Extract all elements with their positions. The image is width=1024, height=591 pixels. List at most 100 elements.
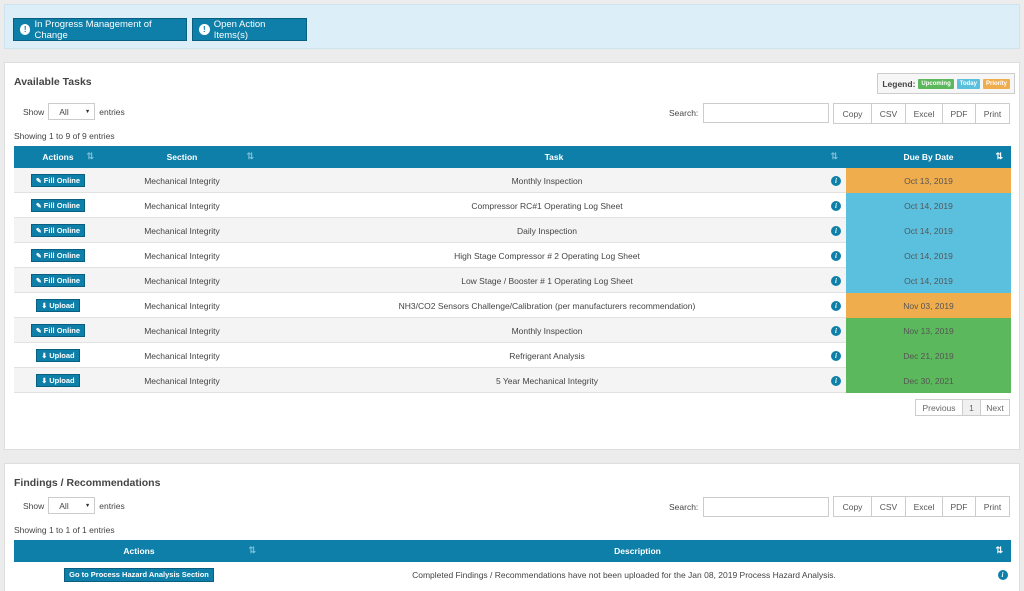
- fill-online-button[interactable]: ✎ Fill Online: [30, 249, 86, 262]
- copy-button[interactable]: Copy: [833, 103, 872, 124]
- action-label: Upload: [49, 301, 75, 310]
- info-icon[interactable]: i: [831, 275, 841, 286]
- table-row: ⬇ Upload Mechanical Integrity 5 Year Mechan…: [14, 368, 1011, 393]
- csv-button[interactable]: CSV: [871, 103, 906, 124]
- col-due-date-label: Due By Date: [903, 152, 954, 162]
- info-icon[interactable]: i: [831, 300, 841, 311]
- action-label: Fill Online: [43, 326, 81, 335]
- pdf-button[interactable]: PDF: [942, 496, 976, 517]
- fill-online-button[interactable]: ✎ Fill Online: [30, 224, 86, 237]
- table-info: Showing 1 to 1 of 1 entries: [14, 525, 115, 535]
- legend-today: Today: [956, 78, 980, 89]
- task-cell: Daily Inspection: [516, 225, 577, 236]
- search-input[interactable]: [703, 103, 830, 123]
- info-icon[interactable]: i: [831, 375, 841, 386]
- col-task[interactable]: Task ⇅: [262, 146, 846, 168]
- top-toolbar: ! In Progress Management of Change ! Ope…: [4, 4, 1020, 49]
- table-row: ✎ Fill Online Mechanical Integrity Compress…: [14, 193, 1011, 218]
- entries-select[interactable]: All ▼: [48, 497, 96, 514]
- legend-upcoming: Upcoming: [918, 78, 954, 89]
- search-group: Search:: [669, 103, 830, 123]
- col-actions-label: Actions: [123, 546, 155, 556]
- print-button[interactable]: Print: [975, 103, 1010, 124]
- action-label: Fill Online: [43, 276, 81, 285]
- excel-button[interactable]: Excel: [905, 496, 943, 517]
- col-description[interactable]: Description ⇅: [264, 540, 1011, 562]
- col-actions[interactable]: Actions ⇅: [14, 146, 102, 168]
- print-button[interactable]: Print: [975, 496, 1010, 517]
- excel-button[interactable]: Excel: [905, 103, 943, 124]
- available-tasks-title: Available Tasks: [14, 76, 92, 88]
- col-due-date[interactable]: Due By Date ⇅: [846, 146, 1011, 168]
- search-label: Search:: [669, 502, 699, 512]
- col-description-label: Description: [614, 546, 661, 556]
- info-icon[interactable]: i: [831, 200, 841, 211]
- info-icon[interactable]: i: [997, 569, 1008, 580]
- next-button[interactable]: Next: [980, 399, 1010, 416]
- page-1-button[interactable]: 1: [962, 399, 981, 416]
- sort-icon: ⇅: [830, 151, 838, 161]
- table-row: ✎ Fill Online Mechanical Integrity Low Stag…: [14, 268, 1011, 293]
- findings-title: Findings / Recommendations: [14, 477, 161, 489]
- section-cell: Mechanical Integrity: [144, 250, 220, 261]
- section-cell: Mechanical Integrity: [144, 225, 220, 236]
- table-row: ✎ Fill Online Mechanical Integrity Monthly …: [14, 318, 1011, 343]
- fill-online-button[interactable]: ✎ Fill Online: [30, 174, 86, 187]
- col-section[interactable]: Section ⇅: [102, 146, 262, 168]
- fill-online-button[interactable]: ✎ Fill Online: [30, 324, 86, 337]
- section-cell: Mechanical Integrity: [144, 200, 220, 211]
- search-label: Search:: [669, 108, 699, 118]
- exclamation-icon: !: [199, 24, 210, 35]
- copy-button[interactable]: Copy: [833, 496, 872, 517]
- table-row: ✎ Fill Online Mechanical Integrity High Sta…: [14, 243, 1011, 268]
- in-progress-moc-button[interactable]: ! In Progress Management of Change: [13, 18, 187, 41]
- previous-button[interactable]: Previous: [915, 399, 963, 416]
- entries-label: entries: [99, 500, 125, 511]
- due-date-cell: Oct 14, 2019: [846, 268, 1011, 293]
- sort-asc-icon: ⇅: [995, 151, 1003, 161]
- caret-down-icon: ▼: [84, 502, 91, 509]
- section-cell: Mechanical Integrity: [144, 325, 220, 336]
- table-row: ⬇ Upload Mechanical Integrity Refrigerant A…: [14, 343, 1011, 368]
- due-date-cell: Dec 30, 2021: [846, 368, 1011, 393]
- open-action-items-label: Open Action Items(s): [213, 18, 266, 41]
- section-cell: Mechanical Integrity: [144, 375, 220, 386]
- upload-button[interactable]: ⬇ Upload: [36, 374, 80, 387]
- action-label: Fill Online: [43, 176, 81, 185]
- info-icon[interactable]: i: [831, 225, 841, 236]
- action-label: Fill Online: [43, 201, 81, 210]
- go-to-pha-button[interactable]: Go to Process Hazard Analysis Section: [64, 567, 214, 582]
- upload-button[interactable]: ⬇ Upload: [36, 349, 80, 362]
- fill-online-button[interactable]: ✎ Fill Online: [30, 274, 86, 287]
- task-cell: Compressor RC#1 Operating Log Sheet: [471, 200, 623, 211]
- pdf-button[interactable]: PDF: [942, 103, 976, 124]
- col-section-label: Section: [166, 152, 198, 162]
- findings-table-header: Actions ⇅ Description ⇅: [14, 540, 1011, 562]
- search-input[interactable]: [703, 497, 830, 517]
- export-buttons: Copy CSV Excel PDF Print: [833, 103, 1010, 124]
- upload-button[interactable]: ⬇ Upload: [36, 299, 80, 312]
- info-icon[interactable]: i: [831, 175, 841, 186]
- legend-priority: Priority: [982, 78, 1010, 89]
- info-icon[interactable]: i: [831, 250, 841, 261]
- col-actions-label: Actions: [42, 152, 74, 162]
- table-row: ✎ Fill Online Mechanical Integrity Monthly …: [14, 168, 1011, 193]
- info-icon[interactable]: i: [831, 325, 841, 336]
- section-cell: Mechanical Integrity: [144, 350, 220, 361]
- action-label: Fill Online: [43, 251, 81, 260]
- entries-select-value: All: [59, 500, 69, 511]
- due-date-cell: Nov 03, 2019: [846, 293, 1011, 318]
- fill-online-button[interactable]: ✎ Fill Online: [30, 199, 86, 212]
- entries-select[interactable]: All ▼: [48, 103, 96, 120]
- info-icon[interactable]: i: [831, 350, 841, 361]
- tasks-table-header: Actions ⇅ Section ⇅ Task ⇅ Due By Date ⇅: [14, 146, 1011, 168]
- task-cell: NH3/CO2 Sensors Challenge/Calibration (p…: [398, 300, 696, 311]
- sort-desc-icon: ⇅: [995, 545, 1003, 555]
- open-action-items-button[interactable]: ! Open Action Items(s): [192, 18, 307, 41]
- section-cell: Mechanical Integrity: [144, 275, 220, 286]
- table-row: ✎ Fill Online Mechanical Integrity Daily In…: [14, 218, 1011, 243]
- findings-panel: Findings / Recommendations Show All ▼ en…: [4, 463, 1020, 591]
- col-actions[interactable]: Actions ⇅: [14, 540, 264, 562]
- download-icon: ⬇: [41, 302, 48, 310]
- csv-button[interactable]: CSV: [871, 496, 906, 517]
